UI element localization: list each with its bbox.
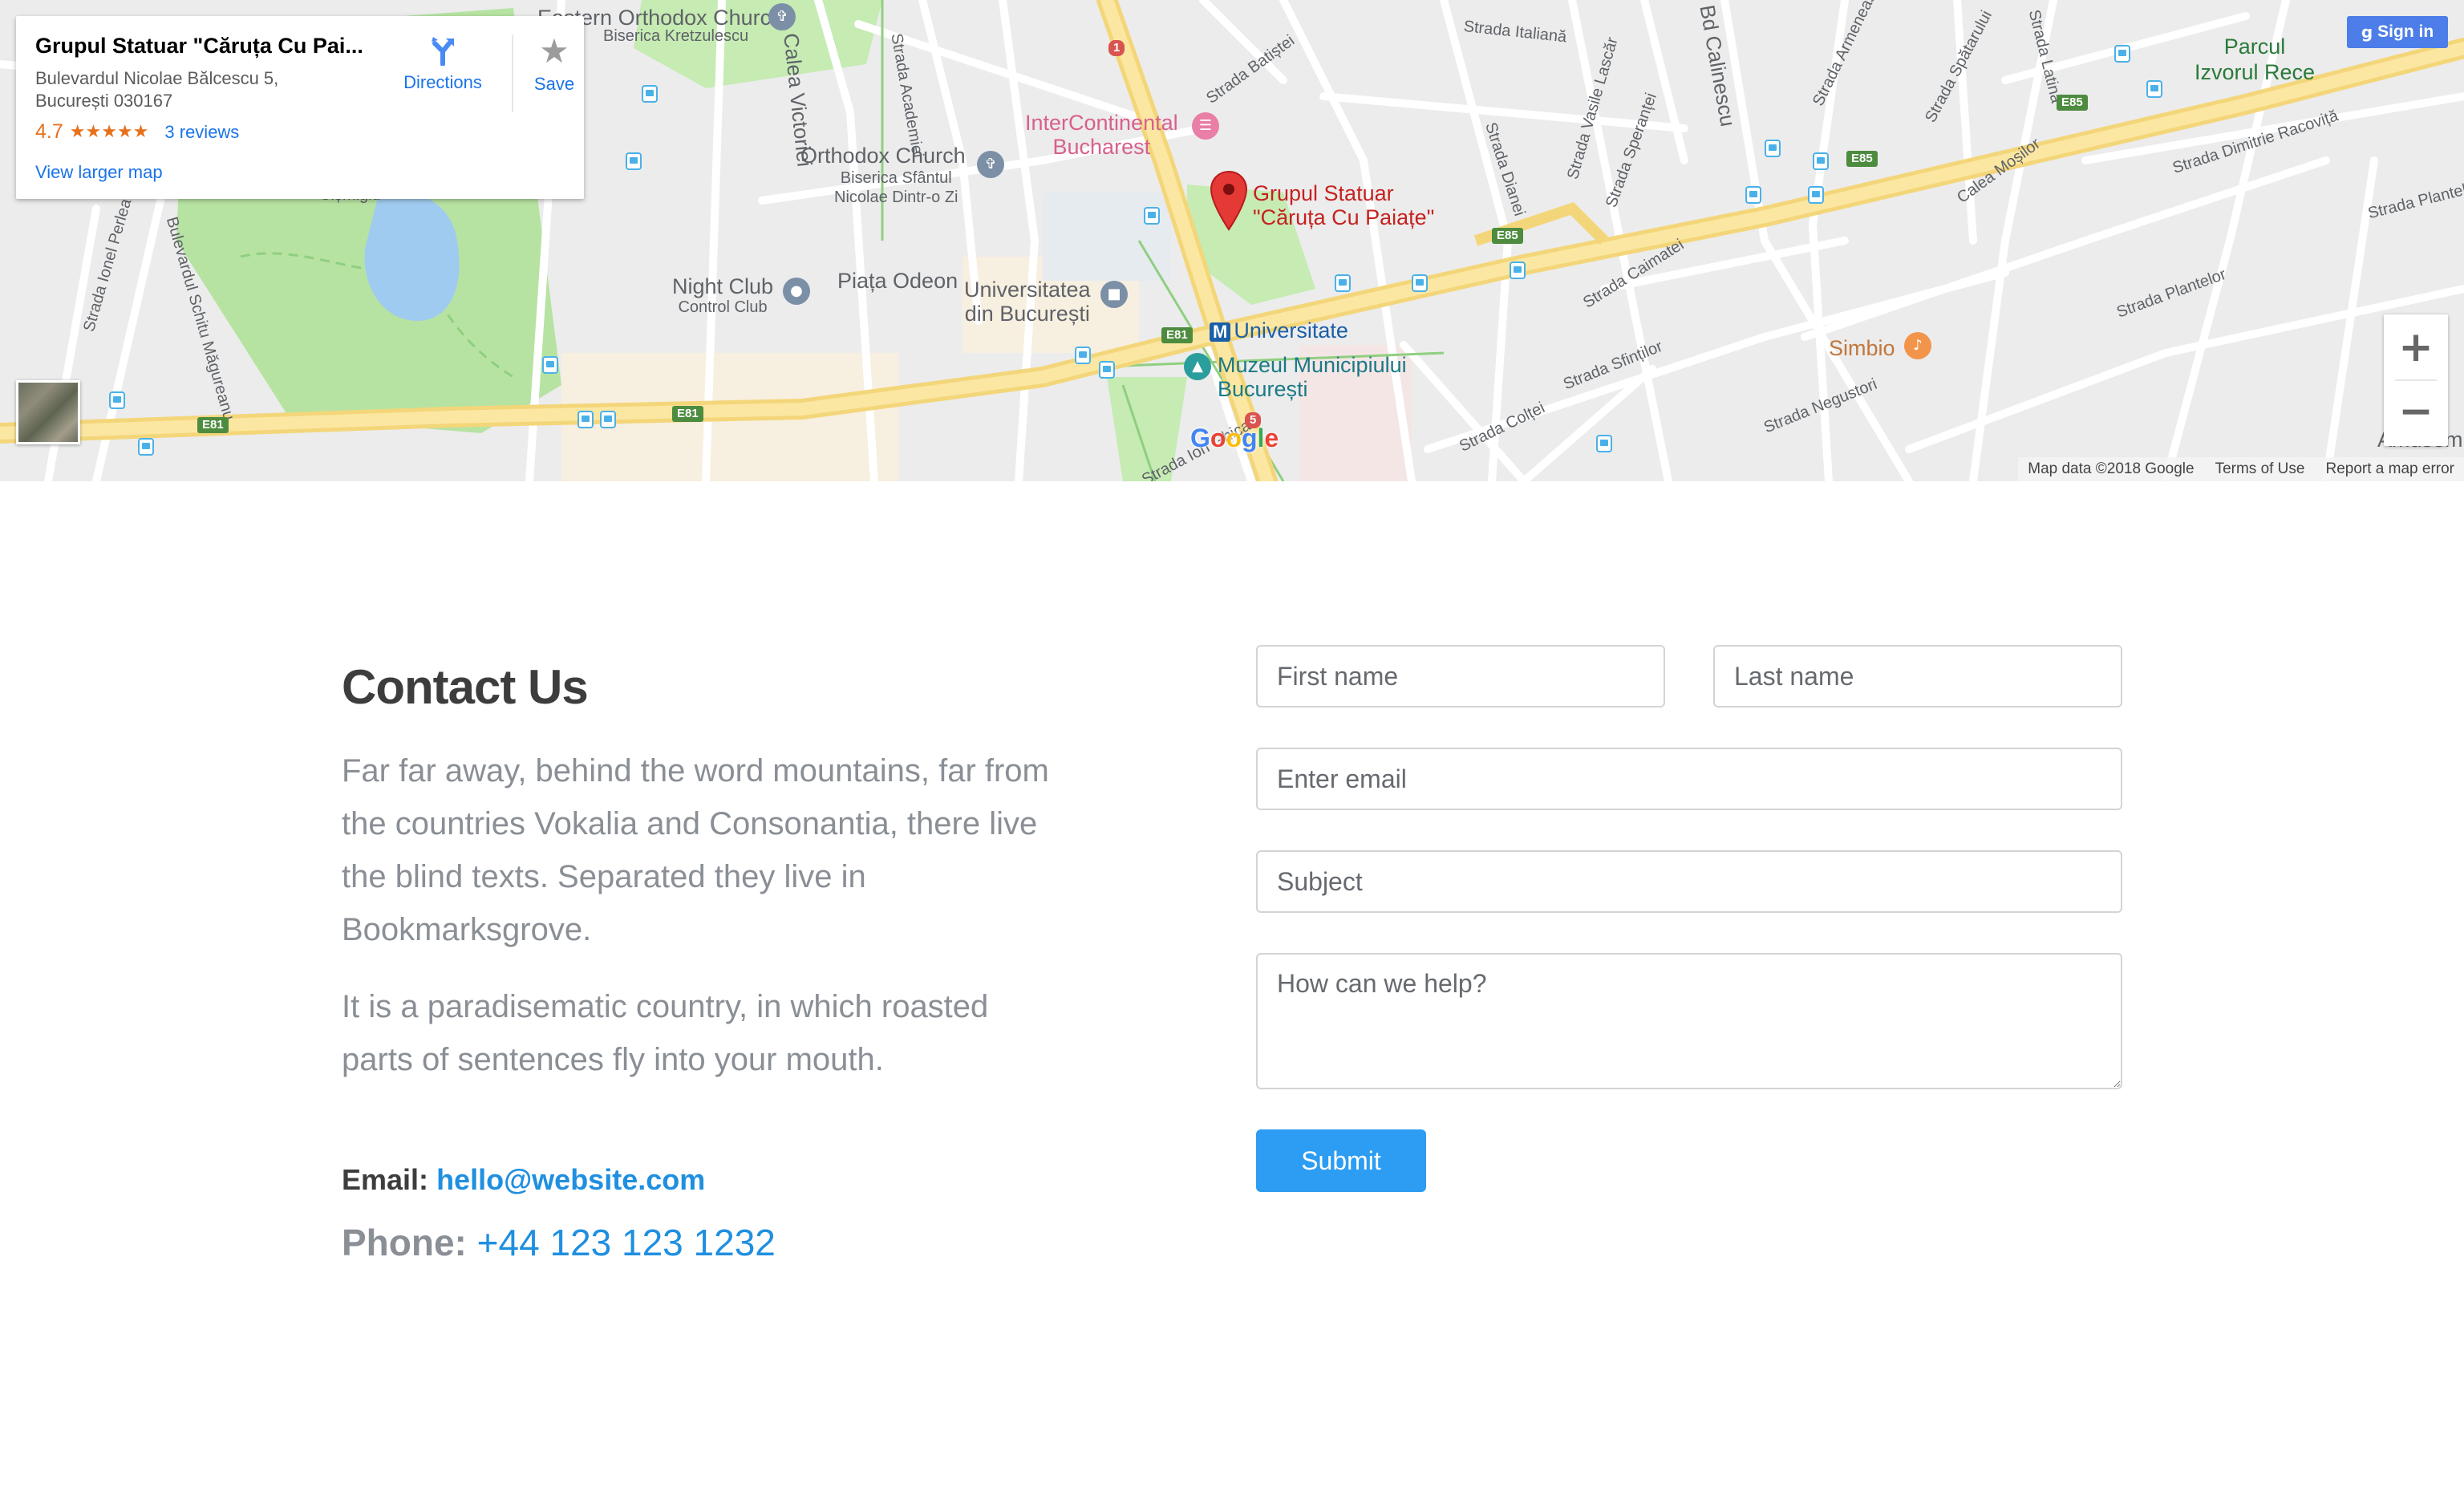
bus-stop-icon[interactable] — [600, 411, 616, 428]
bus-stop-icon[interactable] — [1765, 140, 1781, 157]
bus-stop-icon[interactable] — [1412, 274, 1428, 292]
map-label-universitatea: Universitatea din București — [964, 278, 1091, 326]
sign-in-label: Sign in — [2377, 22, 2434, 41]
nightclub-icon[interactable]: ● — [783, 278, 810, 305]
museum-icon[interactable]: ▲ — [1184, 353, 1211, 380]
phone-link[interactable]: +44 123 123 1232 — [477, 1222, 776, 1263]
road-shield-e81: E81 — [197, 417, 229, 433]
bus-stop-icon[interactable] — [1596, 435, 1612, 452]
satellite-view-toggle[interactable] — [16, 380, 80, 444]
save-button[interactable]: ★ Save — [518, 34, 590, 95]
contact-email: Email: hello@website.com — [342, 1163, 705, 1197]
road-shield-e81: E81 — [1161, 327, 1193, 343]
contact-description-2: It is a paradisematic country, in which … — [342, 989, 989, 1077]
directions-icon — [432, 37, 454, 66]
message-textarea[interactable] — [1256, 953, 2122, 1089]
map-label-simbio: Simbio — [1829, 336, 1895, 360]
bus-stop-icon[interactable] — [1144, 207, 1160, 225]
bus-stop-icon[interactable] — [626, 152, 642, 170]
bus-stop-icon[interactable] — [138, 438, 154, 456]
phone-label: Phone: — [342, 1222, 467, 1263]
directions-label: Directions — [403, 72, 482, 92]
place-address: Bulevardul Nicolae Bălcescu 5, București… — [35, 68, 279, 111]
metro-icon: M — [1210, 322, 1231, 343]
contact-description-1: Far far away, behind the word mountains,… — [342, 753, 1049, 947]
email-input[interactable] — [1256, 748, 2122, 810]
road-shield-e81: E81 — [672, 406, 703, 422]
google-logo: Google — [1190, 424, 1279, 452]
road-shield-e85: E85 — [1846, 151, 1878, 167]
church-icon[interactable]: ✞ — [977, 151, 1004, 178]
view-larger-map-link[interactable]: View larger map — [35, 162, 163, 183]
place-info-card: Grupul Statuar "Căruța Cu Pai... Bulevar… — [16, 16, 584, 199]
bus-stop-icon[interactable] — [642, 85, 658, 103]
map-label-pin-place: Grupul Statuar "Căruța Cu Paiațe" — [1253, 181, 1435, 229]
report-map-error-link[interactable]: Report a map error — [2325, 460, 2454, 478]
bus-stop-icon[interactable] — [1335, 274, 1351, 292]
road-shield-e85: E85 — [2057, 95, 2088, 111]
map-data-credit: Map data ©2018 Google — [2028, 460, 2194, 477]
first-name-input[interactable] — [1256, 645, 1665, 707]
sign-in-button[interactable]: g Sign in — [2347, 16, 2448, 48]
bus-stop-icon[interactable] — [109, 391, 125, 409]
zoom-control: + − — [2384, 314, 2448, 446]
bus-stop-icon[interactable] — [1510, 262, 1526, 279]
directions-button[interactable]: Directions — [387, 34, 499, 93]
bus-stop-icon[interactable] — [1808, 186, 1824, 204]
map-label-orthodox-church-mid: Orthodox Church — [800, 144, 966, 168]
last-name-input[interactable] — [1713, 645, 2122, 707]
bus-stop-icon[interactable] — [1745, 186, 1761, 204]
map-label-night-club: Night Club Control Club — [672, 274, 774, 317]
submit-button[interactable]: Submit — [1256, 1129, 1426, 1192]
bus-stop-icon[interactable] — [1099, 361, 1115, 379]
road-shield-e85: E85 — [1492, 228, 1523, 244]
university-icon[interactable]: ■ — [1100, 281, 1128, 308]
google-account-icon: g — [2361, 22, 2373, 42]
map-label-intercontinental: InterContinental Bucharest — [1025, 111, 1178, 159]
contact-heading: Contact Us — [342, 660, 589, 714]
place-rating: 4.7 ★★★★★ 3 reviews — [35, 120, 239, 144]
subject-input[interactable] — [1256, 850, 2122, 913]
star-icon: ★ — [539, 31, 569, 71]
bus-stop-icon[interactable] — [578, 411, 594, 428]
reviews-link[interactable]: 3 reviews — [164, 122, 239, 143]
map-attribution: Map data ©2018 Google Terms of Use Repor… — [2018, 457, 2464, 481]
map-label-biserica-kretzulescu: Biserica Kretzulescu — [603, 27, 749, 45]
map-label-piata-odeon: Piața Odeon — [837, 269, 958, 293]
bus-stop-icon[interactable] — [1813, 152, 1829, 170]
bus-stop-icon[interactable] — [1075, 347, 1091, 364]
map-label-parcul-izvorul-rece: Parcul Izvorul Rece — [2194, 34, 2316, 84]
location-pin-icon[interactable] — [1210, 170, 1248, 231]
map-label-muzeul: Muzeul Municipiului București — [1218, 353, 1407, 401]
email-link[interactable]: hello@website.com — [436, 1163, 705, 1196]
place-title: Grupul Statuar "Căruța Cu Pai... — [35, 34, 363, 58]
hotel-icon[interactable]: ☰ — [1192, 112, 1219, 140]
save-label: Save — [533, 74, 575, 94]
email-label: Email: — [342, 1163, 429, 1196]
rating-stars: ★★★★★ — [69, 122, 149, 142]
bus-stop-icon[interactable] — [2114, 45, 2130, 63]
rating-value: 4.7 — [35, 120, 63, 143]
map-label-universitate-metro: M Universitate — [1210, 318, 1348, 343]
bus-stop-icon[interactable] — [2146, 80, 2162, 98]
map-label-biserica-nicolae: Biserica Sfântul Nicolae Dintr-o Zi — [834, 169, 958, 206]
terms-of-use-link[interactable]: Terms of Use — [2215, 460, 2305, 478]
card-divider — [512, 35, 513, 112]
church-icon-top[interactable]: ✞ — [768, 3, 796, 30]
zoom-in-button[interactable]: + — [2384, 316, 2448, 380]
embedded-map[interactable]: Eastern Orthodox Church Biserica Kretzul… — [0, 0, 2464, 481]
bus-stop-icon[interactable] — [542, 356, 558, 374]
zoom-out-button[interactable]: − — [2384, 380, 2448, 444]
road-shield-route-1: 1 — [1108, 40, 1125, 56]
restaurant-icon[interactable]: ♪ — [1904, 332, 1931, 359]
contact-phone: Phone: +44 123 123 1232 — [342, 1221, 776, 1264]
